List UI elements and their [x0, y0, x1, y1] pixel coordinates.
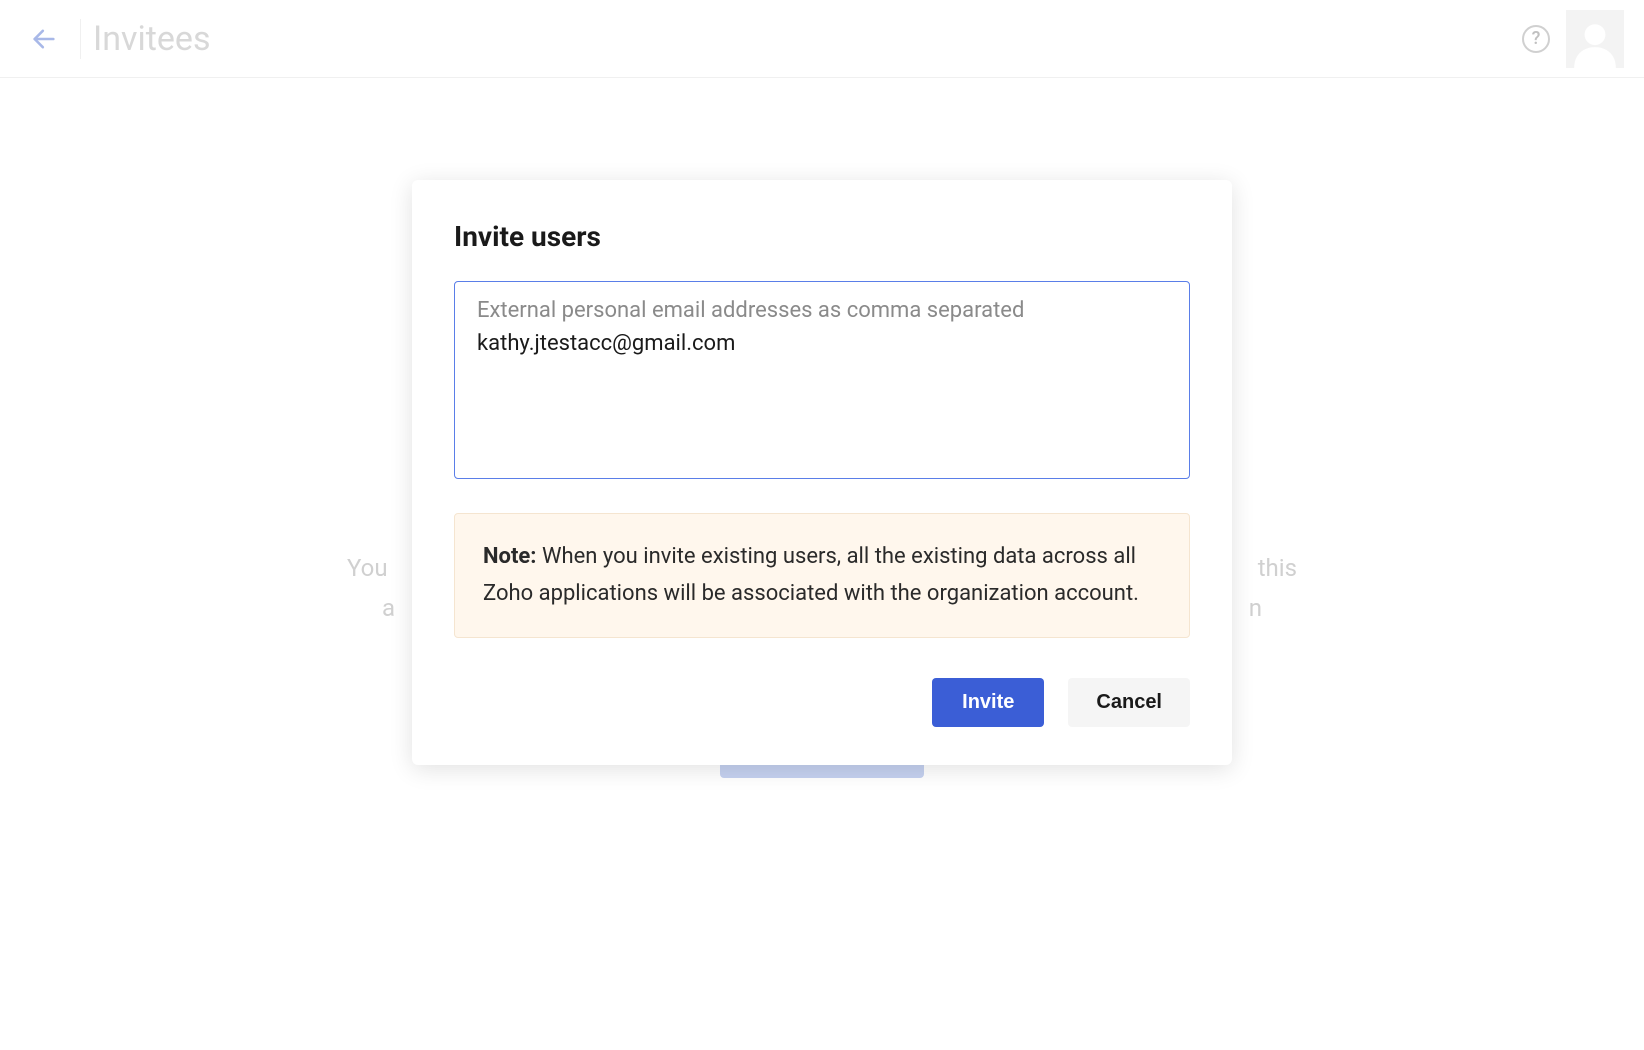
note-label: Note:	[483, 544, 536, 569]
invite-users-modal: Invite users External personal email add…	[412, 180, 1232, 765]
invite-button[interactable]: Invite	[932, 678, 1044, 727]
cancel-button[interactable]: Cancel	[1068, 678, 1190, 727]
note-box: Note: When you invite existing users, al…	[454, 513, 1190, 638]
note-text: When you invite existing users, all the …	[483, 544, 1139, 606]
email-input-wrapper[interactable]: External personal email addresses as com…	[454, 281, 1190, 479]
email-input-label: External personal email addresses as com…	[477, 298, 1167, 323]
modal-title: Invite users	[454, 220, 1190, 253]
modal-actions: Invite Cancel	[454, 678, 1190, 727]
email-input[interactable]: kathy.jtestacc@gmail.com	[477, 331, 1167, 451]
modal-overlay: Invite users External personal email add…	[0, 0, 1644, 1050]
